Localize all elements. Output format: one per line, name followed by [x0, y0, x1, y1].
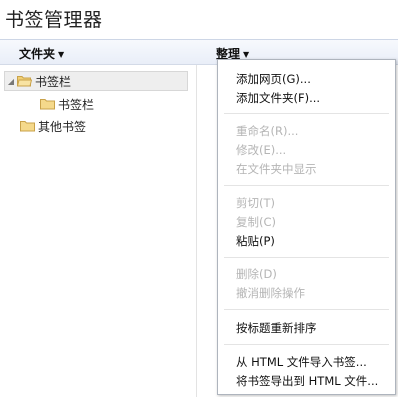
title-bar: 书签管理器 — [0, 0, 398, 38]
menu-item-export-html[interactable]: 将书签导出到 HTML 文件... — [236, 373, 378, 389]
tree-item-other-bookmarks[interactable]: 其他书签 — [20, 116, 160, 136]
folder-open-icon — [17, 76, 32, 87]
tree-item-bookmarks-bar-child[interactable]: 书签栏 — [40, 94, 160, 114]
menu-item-show-in-folder[interactable]: 在文件夹中显示 — [236, 161, 317, 177]
folders-menu-button[interactable]: 文件夹 ▼ — [19, 45, 64, 62]
menu-separator — [224, 185, 389, 186]
menu-separator — [224, 257, 389, 258]
folder-icon — [40, 99, 55, 110]
caret-down-icon: ▼ — [243, 50, 250, 59]
page-title: 书签管理器 — [5, 9, 103, 31]
menu-item-cut[interactable]: 剪切(T) — [236, 195, 275, 211]
menu-separator — [224, 309, 389, 310]
tree-item-label: 其他书签 — [38, 119, 87, 134]
menu-item-paste[interactable]: 粘贴(P) — [236, 233, 275, 249]
menu-item-copy[interactable]: 复制(C) — [236, 214, 276, 230]
menu-item-delete[interactable]: 删除(D) — [236, 266, 277, 282]
menu-item-undo-delete[interactable]: 撤消删除操作 — [236, 285, 305, 301]
menu-item-add-folder[interactable]: 添加文件夹(F)... — [236, 90, 320, 106]
tree-item-bookmarks-bar[interactable]: ◢ 书签栏 — [4, 71, 188, 91]
folders-menu-label: 文件夹 — [19, 47, 56, 61]
menu-separator — [224, 113, 389, 114]
caret-down-icon: ▼ — [58, 50, 65, 59]
menu-item-import-html[interactable]: 从 HTML 文件导入书签... — [236, 354, 367, 370]
menu-item-edit[interactable]: 修改(E)... — [236, 142, 286, 158]
tree-item-label: 书签栏 — [58, 97, 95, 112]
menu-item-rename[interactable]: 重命名(R)... — [236, 123, 298, 139]
tree-collapse-arrow-icon[interactable]: ◢ — [5, 77, 17, 86]
folder-tree-pane: ◢ 书签栏 书签栏 其他书签 — [0, 65, 194, 397]
menu-item-sort-by-title[interactable]: 按标题重新排序 — [236, 320, 317, 336]
folder-icon — [20, 121, 35, 132]
menu-separator — [224, 344, 389, 345]
tree-item-label: 书签栏 — [35, 74, 72, 89]
organize-dropdown-menu: 添加网页(G)... 添加文件夹(F)... 重命名(R)... 修改(E)..… — [217, 59, 396, 395]
menu-item-add-page[interactable]: 添加网页(G)... — [236, 71, 311, 87]
